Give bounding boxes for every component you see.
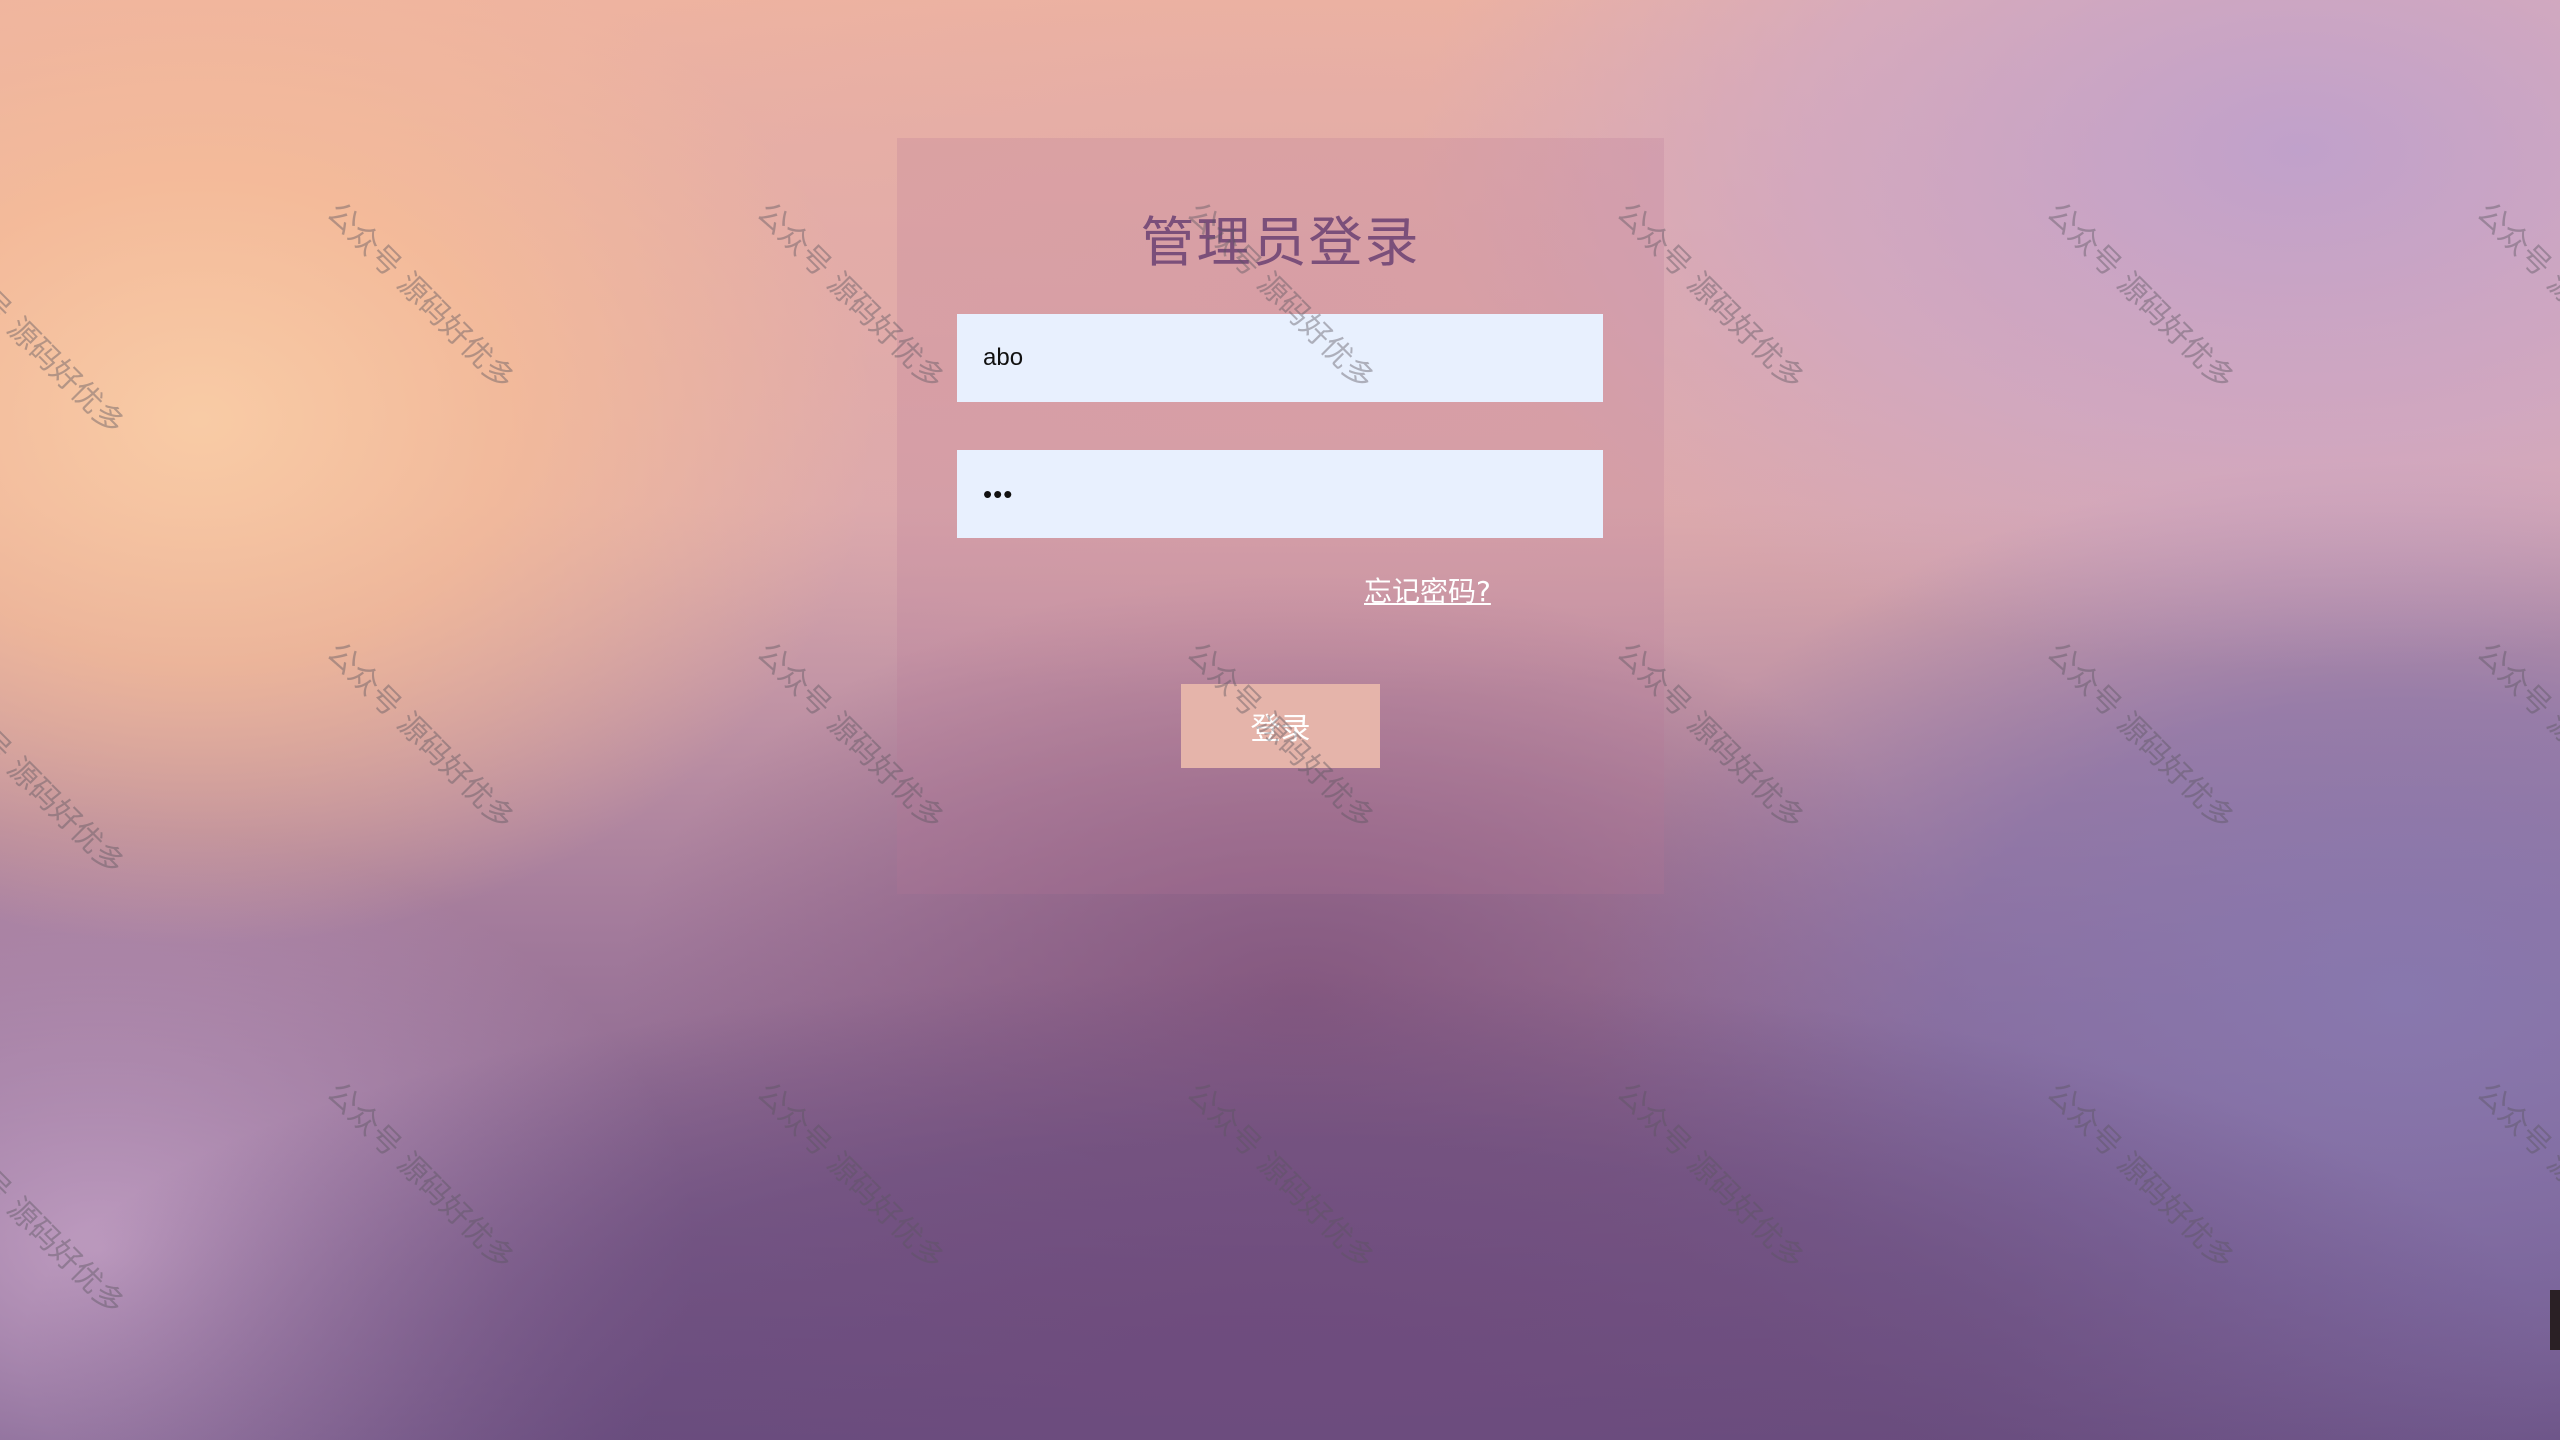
page: 管理员登录 忘记密码? 登录 公众号 源码好优多 公众号 源码好优多 公众号 源… — [0, 0, 2560, 1440]
login-panel: 管理员登录 忘记密码? 登录 — [897, 138, 1664, 894]
page-title: 管理员登录 — [1140, 211, 1421, 274]
username-input[interactable] — [957, 314, 1603, 402]
corner-thumbnail — [2550, 1290, 2560, 1350]
forgot-password-link[interactable]: 忘记密码? — [1364, 570, 1491, 610]
password-input[interactable] — [957, 450, 1603, 538]
login-button[interactable]: 登录 — [1181, 684, 1380, 768]
